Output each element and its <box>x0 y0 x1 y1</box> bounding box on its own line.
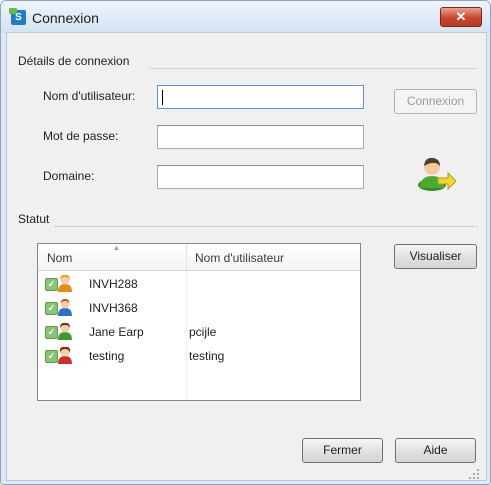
user-name: INVH368 <box>89 301 138 315</box>
list-item[interactable]: ✓ INVH368 <box>38 296 360 320</box>
title-bar[interactable]: S Connexion ✕ <box>1 1 490 33</box>
username-label: Nom d'utilisateur: <box>43 89 136 103</box>
section-divider <box>55 226 477 227</box>
username-input[interactable] <box>157 85 364 109</box>
user-name: INVH288 <box>89 277 138 291</box>
help-button[interactable]: Aide <box>395 438 476 463</box>
resize-grip-icon[interactable] <box>468 468 480 480</box>
user-name: Jane Earp <box>89 325 144 339</box>
list-item[interactable]: ✓ Jane Earp pcijle <box>38 320 360 344</box>
close-button[interactable]: Fermer <box>302 438 383 463</box>
sort-ascending-icon: ▲ <box>113 245 120 252</box>
user-login: testing <box>189 349 225 363</box>
close-window-button[interactable]: ✕ <box>440 7 482 27</box>
column-header-username[interactable]: Nom d'utilisateur <box>195 251 284 265</box>
list-header: ▲ Nom Nom d'utilisateur <box>38 244 360 271</box>
orange-user-icon <box>58 274 72 292</box>
column-header-name[interactable]: Nom <box>47 251 72 265</box>
red-user-icon <box>58 346 72 364</box>
connect-button[interactable]: Connexion <box>394 89 477 114</box>
green-user-icon <box>58 322 72 340</box>
app-logo-icon: S <box>9 8 26 25</box>
user-login: pcijle <box>189 325 217 339</box>
login-details-heading: Détails de connexion <box>18 54 130 68</box>
user-login-arrow-icon <box>418 157 456 191</box>
password-input[interactable] <box>157 125 364 149</box>
column-divider[interactable] <box>186 244 187 270</box>
list-item[interactable]: ✓ INVH288 <box>38 272 360 296</box>
password-label: Mot de passe: <box>43 129 119 143</box>
list-item[interactable]: ✓ testing testing <box>38 344 360 368</box>
domain-label: Domaine: <box>43 169 95 183</box>
view-button[interactable]: Visualiser <box>394 244 477 269</box>
text-caret <box>162 90 163 105</box>
user-name: testing <box>89 349 125 363</box>
window-title: Connexion <box>32 10 99 26</box>
section-divider <box>150 68 477 69</box>
status-list[interactable]: ▲ Nom Nom d'utilisateur ✓ INVH288 ✓ INVH… <box>37 243 361 401</box>
status-heading: Statut <box>18 212 50 226</box>
blue-user-icon <box>58 298 72 316</box>
domain-input[interactable] <box>157 165 364 189</box>
